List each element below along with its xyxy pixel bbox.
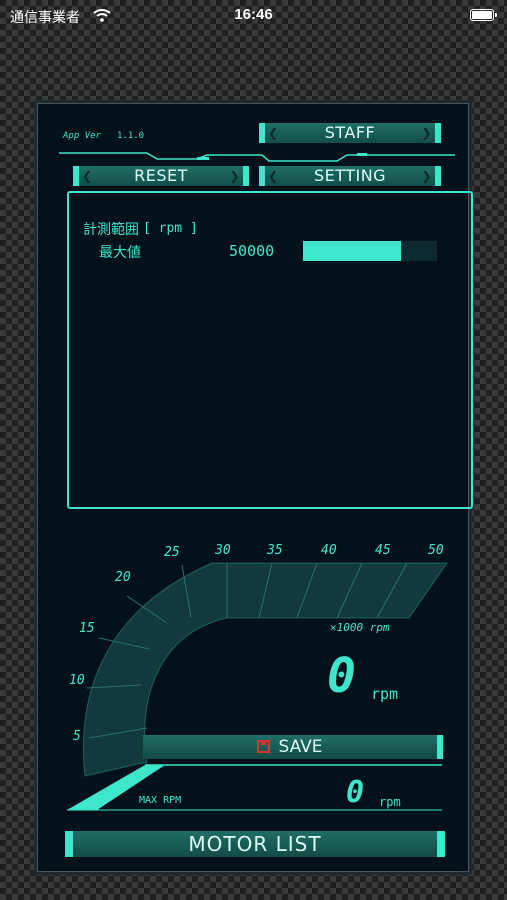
gauge-tick-label: 40: [321, 543, 337, 558]
gauge-tick-label: 25: [164, 545, 180, 560]
gauge-tick-label: 35: [267, 543, 283, 558]
save-icon: [257, 740, 271, 753]
max-rpm-label: MAX RPM: [139, 795, 182, 806]
battery-icon: [470, 9, 497, 21]
status-bar: 通信事業者 16:46: [0, 0, 507, 32]
gauge-tick-label: 45: [375, 543, 391, 558]
rpm-gauge: [67, 562, 448, 811]
motor-list-button[interactable]: MOTOR LIST: [65, 831, 445, 857]
motor-list-button-label: MOTOR LIST: [188, 832, 322, 856]
save-button[interactable]: SAVE: [143, 735, 443, 759]
save-button-label: SAVE: [278, 737, 323, 757]
gauge-tick-label: 30: [215, 543, 231, 558]
max-rpm-unit: rpm: [379, 795, 401, 809]
current-rpm-unit: rpm: [371, 685, 399, 703]
gauge-tick-label: 5: [73, 729, 81, 744]
max-rpm-value: 0: [346, 775, 367, 810]
gauge-tick-label: 15: [79, 621, 95, 636]
clock: 16:46: [234, 6, 273, 23]
gauge-tick-label: 10: [69, 673, 85, 688]
rpm-unit-note: ×1000 rpm: [330, 621, 390, 634]
gauge-tick-label: 20: [115, 570, 131, 585]
current-rpm-value: 0: [327, 648, 358, 704]
app-screen: App Ver 1.1.0 ❮ STAFF ❯ ❮ RESET ❯ ❮ SETT…: [34, 100, 473, 875]
gauge-tick-label: 50: [428, 543, 444, 558]
